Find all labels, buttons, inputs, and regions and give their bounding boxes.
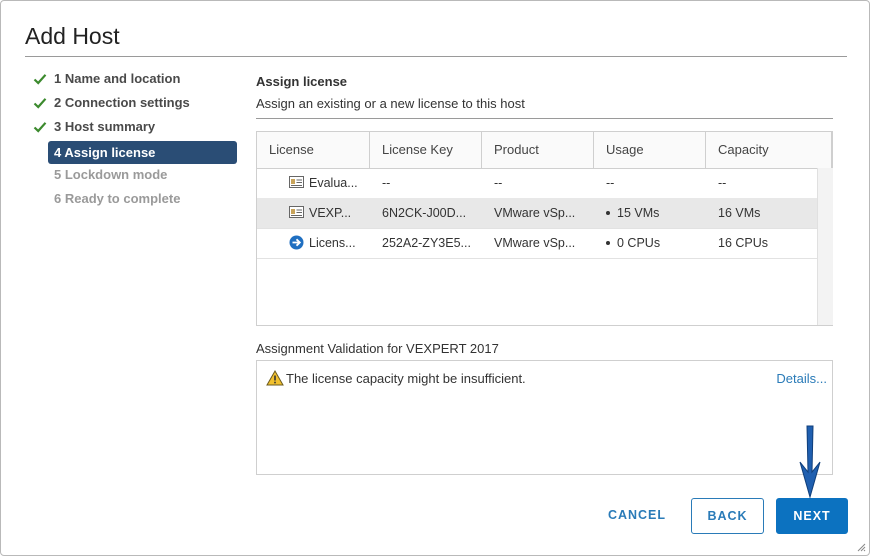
cell-capacity: 16 VMs	[718, 206, 761, 220]
step-label: 1 Name and location	[54, 71, 181, 86]
step-host-summary[interactable]: 3 Host summary	[31, 117, 241, 141]
step-connection-settings[interactable]: 2 Connection settings	[31, 93, 241, 117]
cell-product: --	[494, 176, 503, 190]
cancel-button[interactable]: CANCEL	[597, 498, 677, 534]
table-header: License License Key Product Usage Capaci…	[257, 132, 832, 169]
section-subtitle: Assign an existing or a new license to t…	[256, 96, 525, 111]
warning-icon	[266, 370, 284, 386]
cell-usage: 0 CPUs	[594, 228, 706, 258]
cell-capacity: 16 CPUs	[718, 236, 769, 250]
checkmark-icon	[33, 98, 47, 109]
checkmark-icon	[33, 122, 47, 133]
step-label: 4 Assign license	[48, 141, 237, 164]
cell-product: VMware vSp...	[494, 236, 576, 250]
section-title: Assign license	[256, 74, 348, 89]
step-label: 3 Host summary	[54, 119, 156, 134]
cell-license-key: --	[382, 176, 391, 190]
resize-grip-icon[interactable]	[856, 542, 866, 552]
cell-license: VEXP...	[309, 206, 352, 220]
step-label: 2 Connection settings	[54, 95, 190, 110]
table-row[interactable]: Evalua... -- -- -- --	[257, 168, 817, 199]
dialog-title: Add Host	[25, 23, 120, 49]
table-scrollbar[interactable]	[817, 168, 833, 325]
add-host-dialog: Add Host 1 Name and location 2 Connectio…	[0, 0, 870, 556]
column-header-license[interactable]: License	[257, 132, 370, 168]
cell-usage: --	[606, 176, 615, 190]
cell-product: VMware vSp...	[494, 206, 576, 220]
next-button[interactable]: NEXT	[776, 498, 848, 534]
cell-capacity: --	[718, 176, 727, 190]
table-row-selected[interactable]: VEXP... 6N2CK-J00D... VMware vSp... 15 V…	[257, 198, 817, 229]
usage-bullet-icon	[606, 210, 610, 215]
step-name-and-location[interactable]: 1 Name and location	[31, 69, 241, 93]
section-divider	[256, 118, 833, 119]
step-ready-to-complete: 6 Ready to complete	[31, 189, 241, 213]
step-assign-license[interactable]: 4 Assign license	[31, 141, 241, 165]
validation-message: The license capacity might be insufficie…	[286, 371, 526, 386]
checkmark-icon	[33, 74, 47, 85]
table-row[interactable]: Licens... 252A2-ZY3E5... VMware vSp... 0…	[257, 228, 817, 259]
cell-usage-value: 15 VMs	[617, 206, 660, 220]
cell-license-key: 252A2-ZY3E5...	[382, 236, 471, 250]
down-arrow-pointer-icon	[799, 425, 821, 499]
license-table: License License Key Product Usage Capaci…	[256, 131, 833, 326]
usage-bullet-icon	[606, 240, 610, 245]
column-header-usage[interactable]: Usage	[594, 132, 706, 168]
column-header-product[interactable]: Product	[482, 132, 594, 168]
cell-usage-value: 0 CPUs	[617, 236, 661, 250]
validation-panel: The license capacity might be insufficie…	[256, 360, 833, 475]
cell-license-key: 6N2CK-J00D...	[382, 206, 467, 220]
validation-title: Assignment Validation for VEXPERT 2017	[256, 341, 499, 356]
step-lockdown-mode: 5 Lockdown mode	[31, 165, 241, 189]
cell-usage: 15 VMs	[594, 198, 706, 228]
details-link[interactable]: Details...	[776, 371, 827, 386]
column-header-license-key[interactable]: License Key	[370, 132, 482, 168]
step-label: 6 Ready to complete	[54, 191, 181, 206]
cell-license: Licens...	[309, 236, 356, 250]
title-divider	[25, 56, 847, 57]
wizard-steps: 1 Name and location 2 Connection setting…	[31, 69, 241, 213]
column-header-capacity[interactable]: Capacity	[706, 132, 832, 168]
back-button[interactable]: BACK	[691, 498, 764, 534]
step-label: 5 Lockdown mode	[54, 167, 168, 182]
cell-license: Evalua...	[309, 176, 358, 190]
